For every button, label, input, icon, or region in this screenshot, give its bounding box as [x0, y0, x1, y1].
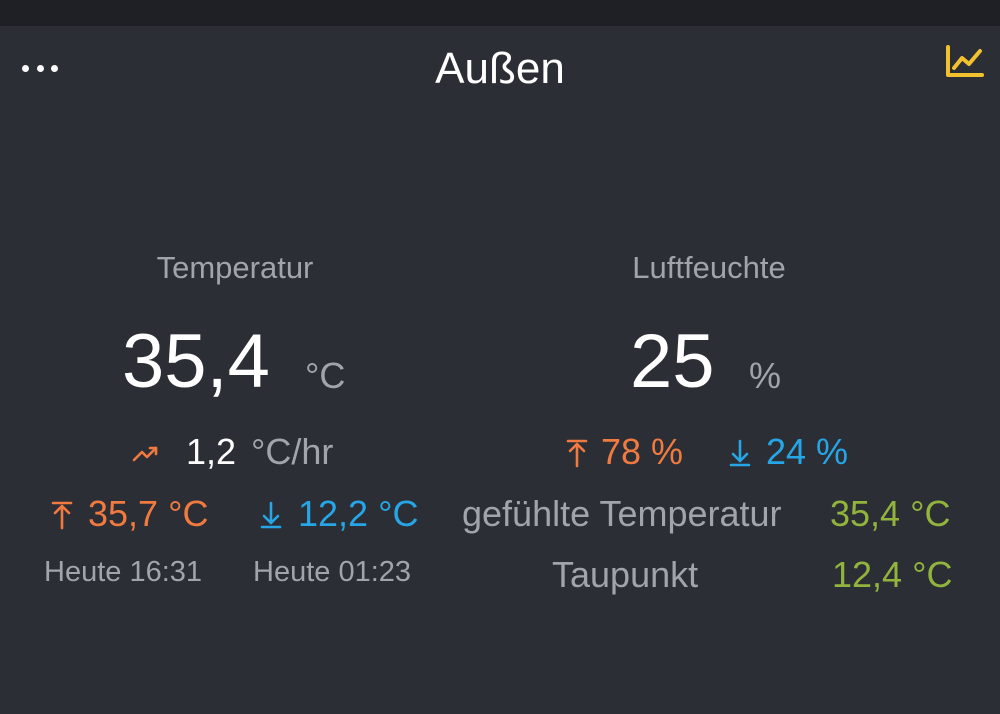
more-dot — [51, 64, 58, 72]
temperature-max-time: Heute 16:31 — [44, 556, 203, 588]
temperature-trend-value: 1,2 — [186, 431, 237, 472]
max-arrow-up-icon — [51, 501, 73, 530]
temperature-label: Temperatur — [156, 250, 314, 285]
temperature-min-time: Heute 01:23 — [253, 556, 412, 588]
temperature-unit: °C — [305, 355, 346, 396]
more-options-button[interactable] — [22, 58, 58, 78]
min-arrow-down-icon — [260, 501, 282, 529]
dewpoint-value: 12,4 °C — [832, 554, 953, 595]
more-dot — [22, 64, 29, 72]
line-chart-icon — [946, 45, 984, 77]
page-title: Außen — [435, 44, 565, 93]
temperature-trend-unit: °C/hr — [251, 431, 334, 472]
min-arrow-down-icon — [729, 439, 751, 467]
more-dot — [36, 64, 44, 72]
humidity-unit: % — [749, 355, 782, 396]
trending-up-icon — [132, 446, 158, 462]
humidity-max-value: 78 % — [601, 431, 684, 472]
humidity-label: Luftfeuchte — [632, 250, 786, 285]
status-bar — [0, 0, 1000, 26]
max-arrow-up-icon — [566, 439, 588, 468]
humidity-min-value: 24 % — [766, 431, 849, 472]
feels-like-value: 35,4 °C — [830, 493, 951, 534]
dewpoint-label: Taupunkt — [552, 554, 699, 595]
temperature-min-value: 12,2 °C — [298, 493, 419, 534]
humidity-value: 25 — [630, 319, 715, 404]
chart-button[interactable] — [944, 44, 986, 80]
feels-like-label: gefühlte Temperatur — [462, 493, 782, 534]
temperature-value: 35,4 — [122, 319, 270, 404]
temperature-max-value: 35,7 °C — [88, 493, 209, 534]
